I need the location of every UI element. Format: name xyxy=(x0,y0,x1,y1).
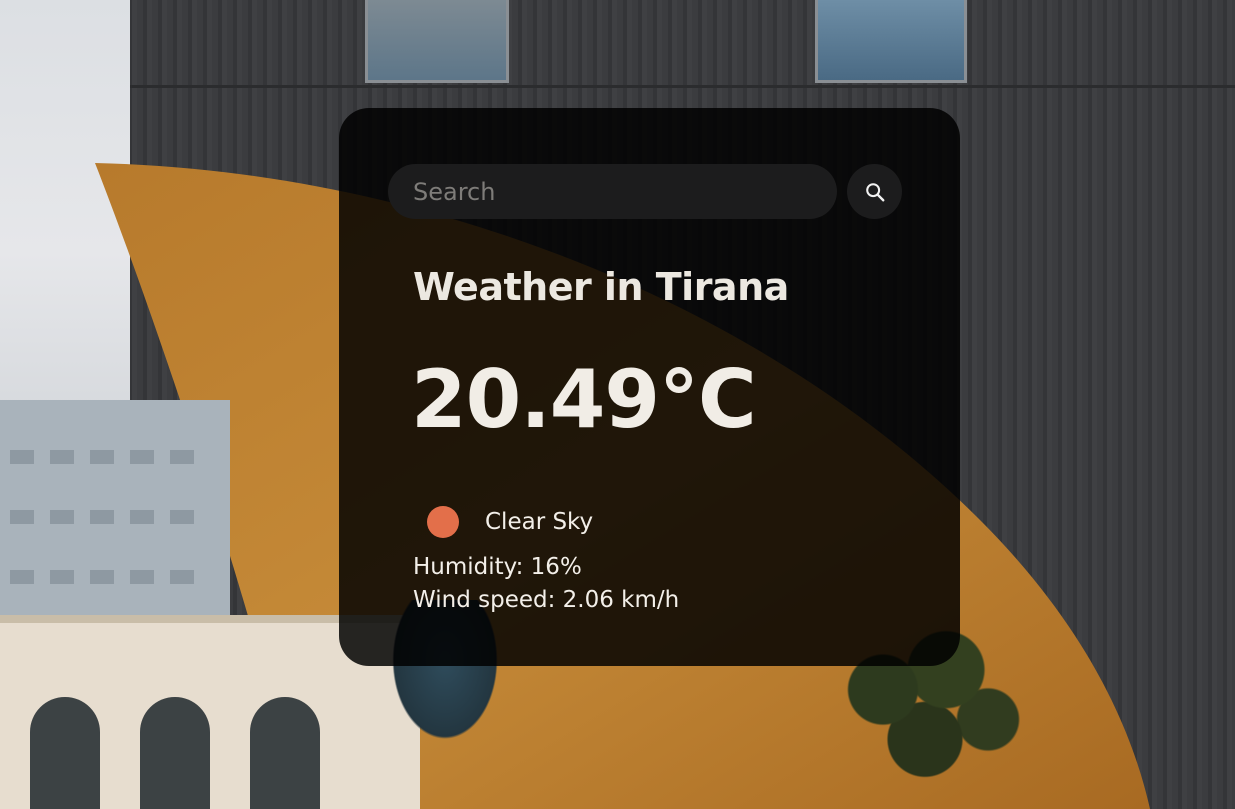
search-icon xyxy=(865,182,884,201)
condition-description: Clear Sky xyxy=(485,509,594,535)
search-input[interactable] xyxy=(388,164,837,219)
temperature: 20.49°C xyxy=(411,353,757,446)
wind-speed: Wind speed: 2.06 km/h xyxy=(413,587,680,613)
search-bar xyxy=(388,164,902,219)
city-title: Weather in Tirana xyxy=(413,265,789,309)
humidity: Humidity: 16% xyxy=(413,554,582,580)
search-button[interactable] xyxy=(847,164,902,219)
weather-card: Weather in Tirana 20.49°C Clear Sky Humi… xyxy=(339,108,960,666)
weather-condition: Clear Sky xyxy=(427,506,593,538)
clear-sky-sun-icon xyxy=(427,506,459,538)
